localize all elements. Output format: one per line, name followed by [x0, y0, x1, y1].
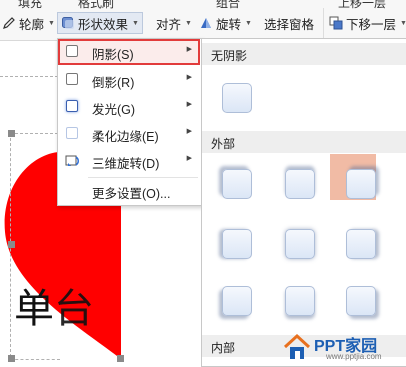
house-logo-icon	[283, 333, 311, 359]
selection-pane-label: 选择窗格	[264, 17, 315, 32]
format-painter-label[interactable]: 格式刷	[78, 0, 114, 11]
chevron-right-icon: ▶	[186, 155, 192, 162]
chevron-down-icon: ▼	[132, 19, 139, 27]
chevron-right-icon: ▶	[186, 128, 192, 135]
selection-pane-button[interactable]: 选择窗格	[264, 12, 314, 34]
shadow-icon	[66, 45, 78, 57]
menu-item-label: 三维旋转(D)	[92, 157, 160, 171]
shadow-preset-tile[interactable]	[222, 169, 252, 199]
outline-label: 轮廓	[19, 17, 45, 32]
send-backward-label: 下移一层	[346, 17, 397, 32]
menu-item-label: 阴影(S)	[92, 48, 134, 62]
no-shadow-tile[interactable]	[222, 83, 252, 113]
shadow-preset-tile[interactable]	[346, 229, 376, 259]
menu-item-label: 柔化边缘(E)	[92, 130, 159, 144]
send-backward-button[interactable]: 下移一层 ▼	[329, 12, 406, 34]
watermark-url: www.pptjia.com	[326, 352, 382, 361]
shadow-preset-tile[interactable]	[346, 169, 376, 199]
rotate-button[interactable]: 旋转 ▼	[199, 12, 252, 34]
slide-text[interactable]: 单台	[14, 289, 94, 329]
bring-forward-label[interactable]: 上移一层	[338, 0, 386, 11]
watermark: PPT家园 www.pptjia.com	[282, 330, 406, 365]
chevron-down-icon: ▼	[400, 19, 406, 27]
chevron-right-icon: ▶	[186, 46, 192, 53]
slide-text-char: 台	[54, 286, 94, 332]
shape-effect-button[interactable]: 形状效果 ▼	[57, 12, 143, 34]
page-border	[0, 76, 58, 77]
outer-shadow-header: 外部	[202, 131, 406, 153]
shape-effect-menu: 阴影(S) ▶ 倒影(R) ▶ 发光(G) ▶ 柔化边缘(E) ▶ 三维旋转(D…	[57, 38, 203, 206]
shadow-submenu: 无阴影 外部 内部	[201, 38, 406, 367]
rotate-icon	[201, 18, 211, 28]
selection-border	[10, 359, 60, 360]
menu-item-label: 更多设置(O)...	[92, 187, 171, 201]
slide-text-char: 单	[14, 286, 54, 332]
shadow-preset-tile[interactable]	[285, 286, 315, 316]
chevron-down-icon: ▼	[48, 19, 55, 27]
resize-handle[interactable]	[117, 355, 124, 362]
selection-border	[10, 133, 58, 134]
resize-handle[interactable]	[8, 241, 15, 248]
chevron-right-icon: ▶	[186, 74, 192, 81]
menu-item-reflection[interactable]: 倒影(R) ▶	[58, 67, 200, 93]
menu-item-soft-edge[interactable]: 柔化边缘(E) ▶	[58, 121, 200, 147]
resize-handle[interactable]	[8, 355, 15, 362]
menu-item-glow[interactable]: 发光(G) ▶	[58, 94, 200, 120]
align-button[interactable]: 对齐 ▼	[156, 12, 192, 34]
send-backward-icon	[329, 16, 343, 30]
menu-item-more-settings[interactable]: 更多设置(O)...	[58, 178, 200, 204]
menu-item-label: 倒影(R)	[92, 76, 135, 90]
soft-edge-icon	[66, 127, 78, 139]
section-title: 外部	[211, 137, 236, 151]
menu-item-label: 发光(G)	[92, 103, 136, 117]
section-title: 内部	[211, 341, 236, 355]
no-shadow-header: 无阴影	[202, 43, 406, 65]
chevron-right-icon: ▶	[186, 101, 192, 108]
ribbon-toolbar: 填充 格式刷 组合 上移一层 轮廓 ▼ 形状效果 ▼ 对齐 ▼ 旋转 ▼ 选择窗…	[0, 0, 406, 41]
shadow-preset-tile[interactable]	[222, 229, 252, 259]
menu-item-3d-rotation[interactable]: 三维旋转(D) ▶	[58, 148, 200, 174]
fill-button-label[interactable]: 填充	[18, 0, 42, 11]
3d-rotate-icon	[65, 155, 79, 166]
pen-icon	[3, 17, 15, 29]
rotate-label: 旋转	[216, 17, 242, 32]
section-title: 无阴影	[211, 49, 248, 63]
shadow-preset-tile[interactable]	[285, 169, 315, 199]
reflection-icon	[66, 73, 78, 85]
resize-handle[interactable]	[8, 130, 15, 137]
align-label: 对齐	[156, 17, 182, 32]
shadow-preset-tile[interactable]	[346, 286, 376, 316]
shadow-preset-tile[interactable]	[222, 286, 252, 316]
shape-effect-label: 形状效果	[78, 17, 129, 32]
group-label[interactable]: 组合	[216, 0, 240, 11]
chevron-down-icon: ▼	[185, 19, 192, 27]
outline-button[interactable]: 轮廓 ▼	[2, 12, 55, 34]
shadow-preset-tile[interactable]	[285, 229, 315, 259]
shape-effect-icon	[62, 17, 74, 29]
menu-item-shadow[interactable]: 阴影(S) ▶	[58, 39, 200, 65]
chevron-down-icon: ▼	[245, 19, 252, 27]
glow-icon	[66, 100, 78, 112]
divider	[323, 8, 324, 38]
